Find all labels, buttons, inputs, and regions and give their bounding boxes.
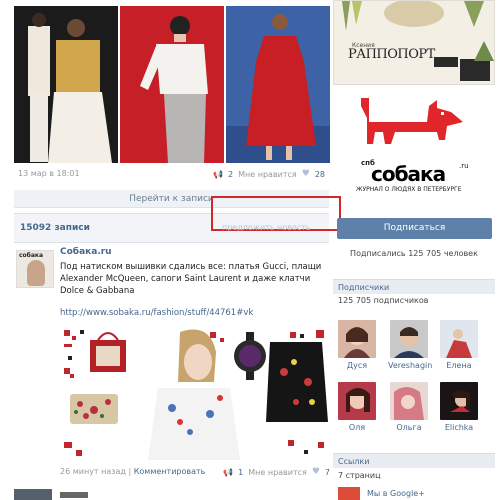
member-1[interactable]: Vereshagin xyxy=(388,320,432,370)
avatar-face xyxy=(27,260,45,286)
member-3[interactable]: Оля xyxy=(336,382,378,432)
top-post-stats: 📢 2 Мне нравится ♥ 28 xyxy=(213,169,325,179)
member-avatar[interactable] xyxy=(390,382,428,420)
repost-icon[interactable]: 📢 xyxy=(223,468,233,477)
avatar-logo-text: собака xyxy=(19,252,44,259)
comment-button[interactable]: Комментировать xyxy=(134,467,206,476)
member-name[interactable]: Vereshagin xyxy=(388,361,432,370)
repost-icon[interactable]: 📢 xyxy=(213,170,223,179)
next-post-avatar[interactable] xyxy=(14,489,52,500)
top-post-reposts[interactable]: 2 xyxy=(228,170,233,179)
member-name[interactable]: Дуся xyxy=(336,361,378,370)
post-image-embroidery-collage[interactable] xyxy=(60,322,330,460)
heart-icon[interactable]: ♥ xyxy=(302,169,310,179)
links-header[interactable]: Ссылки xyxy=(333,453,495,468)
photo-model-red-dress[interactable] xyxy=(226,6,330,163)
member-name[interactable]: Ольга xyxy=(388,423,430,432)
post-link[interactable]: http://www.sobaka.ru/fashion/stuff/44761… xyxy=(60,308,253,318)
sobaka-logo[interactable]: спб собака .ru ЖУРНАЛ О ЛЮДЯХ В ПЕТЕРБУР… xyxy=(333,92,495,202)
top-post-likes[interactable]: 28 xyxy=(315,170,325,179)
post-stats: 📢 1 Мне нравится ♥ 7 xyxy=(223,467,330,477)
member-avatar[interactable] xyxy=(440,382,478,420)
member-avatar[interactable] xyxy=(390,320,428,358)
top-post-date[interactable]: 13 мар в 18:01 xyxy=(18,169,80,178)
magazine-cover-banner[interactable]: Ксения РАППОПОРТ xyxy=(333,0,495,85)
photo-models-yellow[interactable] xyxy=(14,6,118,163)
member-2[interactable]: Елена xyxy=(438,320,480,370)
wall-post-count[interactable]: 15092 записи xyxy=(20,223,90,233)
brand-tagline: ЖУРНАЛ О ЛЮДЯХ В ПЕТЕРБУРГЕ xyxy=(356,186,462,193)
right-column: Ксения РАППОПОРТ спб собака .ru ЖУРНАЛ О… xyxy=(333,0,495,500)
member-avatar[interactable] xyxy=(338,320,376,358)
subscribe-button[interactable]: Подписаться xyxy=(337,218,492,239)
magazine-title: РАППОПОРТ xyxy=(348,47,435,62)
heart-icon[interactable]: ♥ xyxy=(312,467,320,477)
post-like-label[interactable]: Мне нравится xyxy=(248,468,307,477)
google-plus-icon[interactable] xyxy=(338,487,360,500)
left-column: 13 мар в 18:01 📢 2 Мне нравится ♥ 28 Пер… xyxy=(14,0,341,500)
links-count[interactable]: 7 страниц xyxy=(338,471,381,480)
post-avatar[interactable]: собака xyxy=(16,250,54,288)
next-post-author[interactable] xyxy=(60,492,88,498)
top-post-meta: 13 мар в 18:01 📢 2 Мне нравится ♥ 28 xyxy=(14,168,329,180)
member-avatar[interactable] xyxy=(338,382,376,420)
top-post-like-label[interactable]: Мне нравится xyxy=(238,170,297,179)
member-name[interactable]: Оля xyxy=(336,423,378,432)
google-plus-link[interactable]: Мы в Google+ xyxy=(367,489,425,498)
subscribers-header[interactable]: Подписчики xyxy=(333,279,495,294)
member-4[interactable]: Ольга xyxy=(388,382,430,432)
dog-icon xyxy=(361,98,463,144)
post-reposts[interactable]: 1 xyxy=(238,468,243,477)
post-time[interactable]: 26 минут назад xyxy=(60,467,126,476)
member-5[interactable]: Elichka xyxy=(438,382,480,432)
subscribed-count[interactable]: Подписались 125 705 человек xyxy=(333,249,495,258)
post-footer: 26 минут назад | Комментировать 📢 1 Мне … xyxy=(60,467,330,477)
post-likes[interactable]: 7 xyxy=(325,468,330,477)
subscribers-count[interactable]: 125 705 подписчиков xyxy=(338,296,428,305)
member-name[interactable]: Елена xyxy=(438,361,480,370)
brand-name: собака xyxy=(371,162,446,186)
photo-model-white-shirt[interactable] xyxy=(120,6,224,163)
member-avatar[interactable] xyxy=(440,320,478,358)
member-0[interactable]: Дуся xyxy=(336,320,378,370)
post-text: Под натиском вышивки сдались все: платья… xyxy=(60,262,322,296)
post-author[interactable]: Собака.ru xyxy=(60,247,112,257)
brand-domain: .ru xyxy=(459,162,469,170)
member-name[interactable]: Elichka xyxy=(438,423,480,432)
top-post-photos xyxy=(14,0,330,163)
suggest-news-link[interactable]: предложить новость xyxy=(222,223,311,232)
